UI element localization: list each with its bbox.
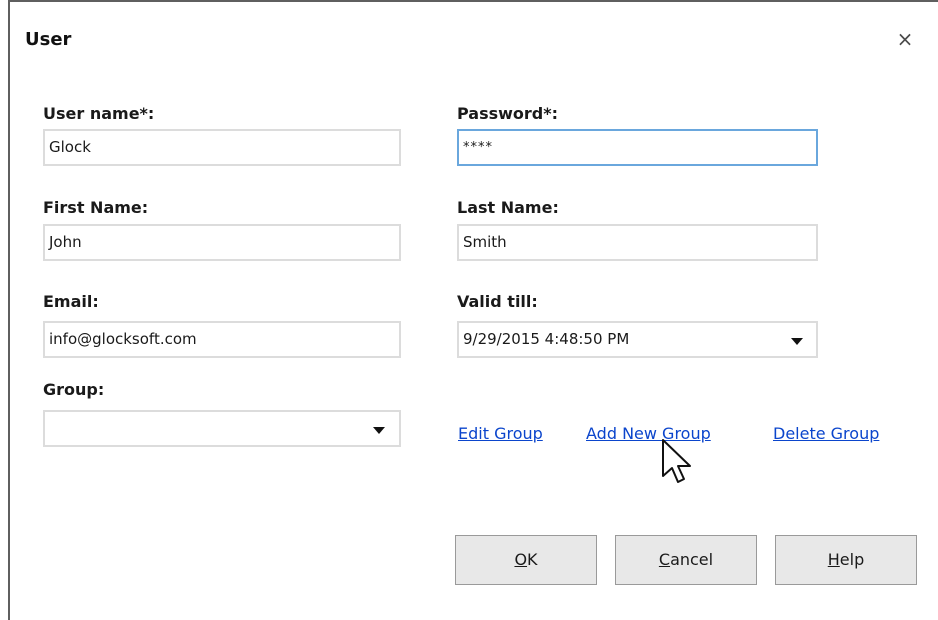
- ok-button[interactable]: OK: [455, 535, 597, 585]
- window-border-left: [8, 0, 10, 620]
- close-icon[interactable]: ×: [893, 27, 917, 51]
- cancel-label-post: ancel: [670, 550, 714, 569]
- help-button[interactable]: Help: [775, 535, 917, 585]
- valid-till-label: Valid till:: [457, 292, 538, 311]
- chevron-down-icon[interactable]: [373, 427, 385, 434]
- user-dialog: User × User name*: Glock Password*: ****…: [0, 0, 938, 620]
- valid-till-select[interactable]: 9/29/2015 4:48:50 PM: [457, 321, 818, 358]
- ok-accelerator: O: [514, 550, 528, 569]
- email-label: Email:: [43, 292, 99, 311]
- group-label: Group:: [43, 380, 105, 399]
- username-field[interactable]: Glock: [43, 129, 401, 166]
- last-name-label: Last Name:: [457, 198, 559, 217]
- edit-group-link[interactable]: Edit Group: [458, 424, 543, 443]
- password-label: Password*:: [457, 104, 559, 123]
- help-label-post: elp: [839, 550, 865, 569]
- cancel-button[interactable]: Cancel: [615, 535, 757, 585]
- password-field[interactable]: ****: [457, 129, 818, 166]
- username-label: User name*:: [43, 104, 155, 123]
- first-name-field[interactable]: John: [43, 224, 401, 261]
- help-accelerator: H: [827, 550, 840, 569]
- group-select[interactable]: [43, 410, 401, 447]
- window-border-top: [8, 0, 938, 2]
- last-name-field[interactable]: Smith: [457, 224, 818, 261]
- valid-till-value: 9/29/2015 4:48:50 PM: [463, 330, 630, 348]
- chevron-down-icon[interactable]: [791, 338, 803, 345]
- delete-group-link[interactable]: Delete Group: [773, 424, 879, 443]
- email-field[interactable]: info@glocksoft.com: [43, 321, 401, 358]
- dialog-title: User: [25, 29, 72, 50]
- mouse-pointer-icon: [662, 439, 691, 483]
- ok-label-post: K: [527, 550, 538, 569]
- cancel-accelerator: C: [658, 550, 671, 569]
- first-name-label: First Name:: [43, 198, 149, 217]
